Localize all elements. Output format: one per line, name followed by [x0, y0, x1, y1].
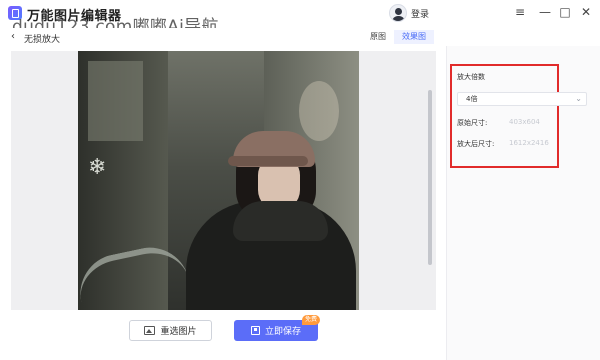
page-title: 无损放大 [24, 35, 61, 45]
image-icon [144, 326, 156, 335]
enlarged-size-value: 1612x2416 [509, 139, 549, 147]
preview-photo: ❄ [78, 51, 359, 310]
tab-result[interactable]: 效果图 [394, 30, 434, 44]
user-avatar[interactable] [389, 4, 407, 22]
minimize-icon[interactable]: — [537, 4, 553, 20]
scale-select[interactable]: 4倍 ⌄ [457, 92, 587, 106]
original-size-value: 403x604 [509, 118, 540, 126]
tab-original[interactable]: 原图 [362, 30, 394, 44]
close-icon[interactable]: ✕ [578, 4, 594, 20]
maximize-icon[interactable]: □ [557, 4, 573, 20]
free-badge: 免费 [302, 315, 321, 325]
scale-value: 4倍 [466, 95, 478, 103]
reselect-label: 重选图片 [160, 327, 197, 337]
original-size-label: 原始尺寸: [457, 119, 488, 127]
login-link[interactable]: 登录 [411, 7, 429, 20]
menu-icon[interactable]: ≡ [512, 4, 528, 20]
save-label: 立即保存 [264, 327, 301, 337]
reselect-image-button[interactable]: 重选图片 [129, 320, 212, 341]
sub-header: ‹ 无损放大 [0, 28, 600, 46]
view-tabs: 原图 效果图 [362, 30, 434, 44]
scale-label: 放大倍数 [457, 73, 485, 81]
back-arrow-icon[interactable]: ‹ [11, 32, 15, 42]
preview-scrollbar[interactable] [428, 90, 432, 265]
chevron-down-icon: ⌄ [575, 94, 582, 103]
enlarged-size-label: 放大后尺寸: [457, 140, 495, 148]
save-icon [250, 326, 260, 335]
